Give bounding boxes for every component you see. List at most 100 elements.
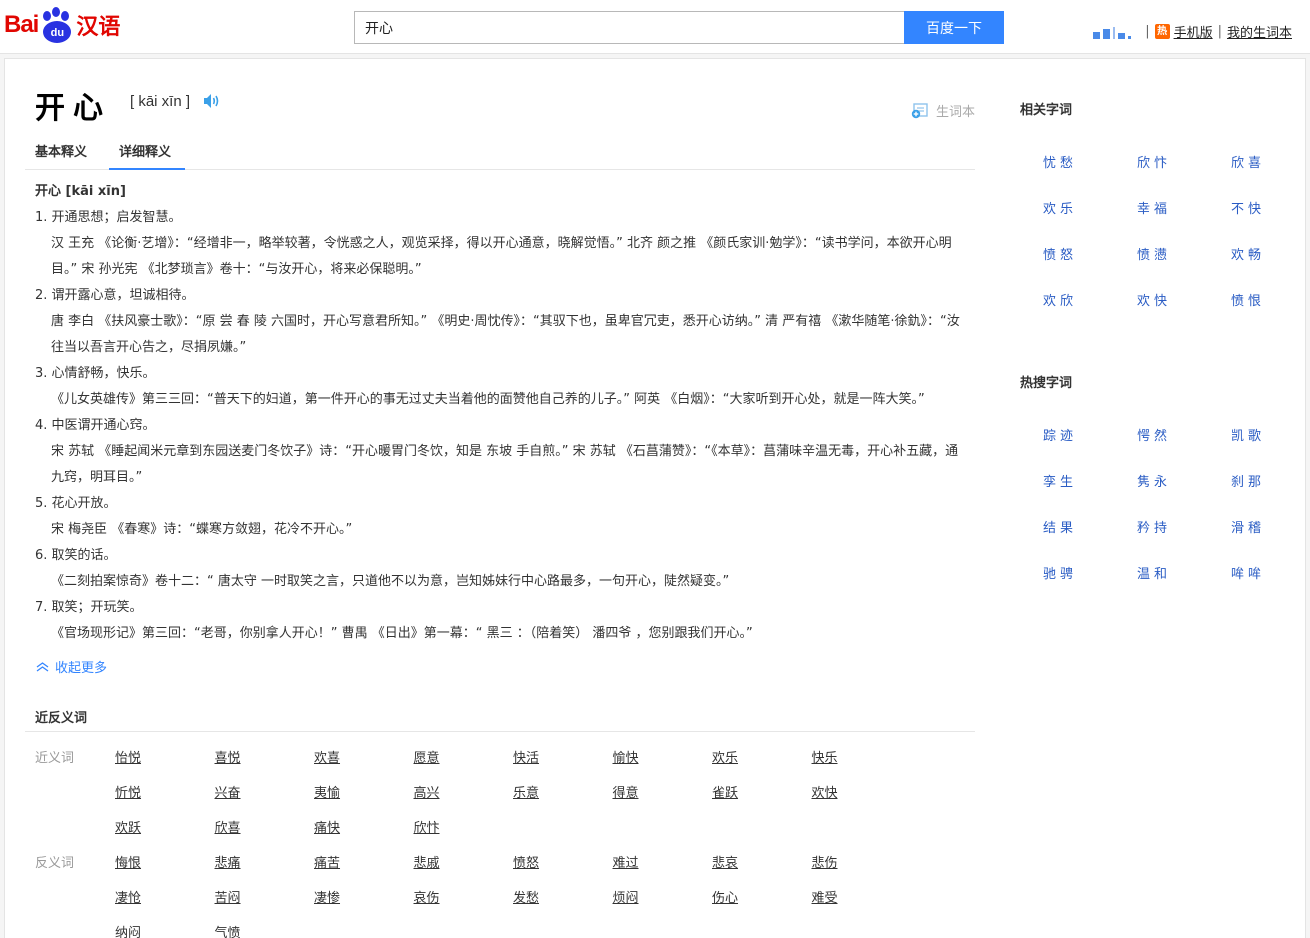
hot-word[interactable]: 孪生 [1043,471,1077,490]
antonym-word[interactable]: 悲痛 [215,852,241,871]
antonym-word[interactable]: 凄怆 [115,887,141,906]
speaker-icon[interactable] [203,93,221,109]
synonym-word[interactable]: 雀跃 [712,782,738,801]
antonym-word[interactable]: 难受 [812,887,838,906]
definition-list: 开心 [kāi xīn] 1. 开通思想；启发智慧。 汉 王充 《论衡·艺增》：… [35,179,965,647]
antonym-word[interactable]: 哀伤 [414,887,440,906]
synonym-word[interactable]: 高兴 [414,782,440,801]
antonym-word[interactable]: 苦闷 [215,887,241,906]
synonym-word[interactable]: 得意 [613,782,639,801]
antonym-word[interactable]: 痛苦 [314,852,340,871]
definition-example: 宋 苏轼 《睡起闻米元章到东园送麦门冬饮子》诗：“开心暖胃门冬饮，知是 东坡 手… [51,444,959,485]
word-pinyin: [ kāi xīn ] [130,93,191,110]
search-button[interactable]: 百度一下 [904,11,1004,44]
related-word[interactable]: 愤恨 [1231,290,1265,309]
hot-word[interactable]: 哞哞 [1231,563,1265,582]
definition-item: 4. 中医谓开通心窍。 宋 苏轼 《睡起闻米元章到东园送麦门冬饮子》诗：“开心暖… [35,413,965,491]
tab-basic-definition[interactable]: 基本释义 [35,143,107,170]
antonym-word[interactable]: 伤心 [712,887,738,906]
hot-word[interactable]: 温和 [1137,563,1171,582]
paw-icon: du [39,7,73,43]
definition-example: 汉 王充 《论衡·艺增》：“经增非一，略举较著，令恍惑之人，观览采择，得以开心通… [51,236,952,277]
related-word[interactable]: 忧愁 [1043,152,1077,171]
separator: | [1217,24,1222,39]
related-word[interactable]: 愤怒 [1043,244,1077,263]
related-word[interactable]: 欢欣 [1043,290,1077,309]
collapse-label: 收起更多 [55,661,108,676]
logo-bai: Bai [4,11,39,38]
synonym-word[interactable]: 欣喜 [215,817,241,836]
top-bar: Bai du 汉语 百度一下 | 热 手机版 | 我的生词本 [0,0,1310,54]
synonym-word[interactable]: 欢喜 [314,747,340,766]
synonym-word[interactable]: 欢快 [812,782,838,801]
hot-word[interactable]: 刹那 [1231,471,1265,490]
chevron-up-icon [36,661,49,672]
definition-item: 7. 取笑；开玩笑。 《官场现形记》第三回：“老哥，你别拿人开心！” 曹禺 《日… [35,595,965,647]
synonym-word[interactable]: 兴奋 [215,782,241,801]
antonym-word[interactable]: 悲哀 [712,852,738,871]
antonym-word[interactable]: 悔恨 [115,852,141,871]
synonym-word[interactable]: 快活 [513,747,539,766]
antonym-word[interactable]: 悲戚 [414,852,440,871]
related-word[interactable]: 欣忭 [1137,152,1171,171]
related-words-title: 相关字词 [1020,103,1073,118]
antonym-word[interactable]: 发愁 [513,887,539,906]
synonym-word[interactable]: 喜悦 [215,747,241,766]
antonym-word[interactable]: 气愤 [215,922,241,938]
synonym-word[interactable]: 怡悦 [115,747,141,766]
my-vocab-link[interactable]: 我的生词本 [1227,22,1292,41]
related-word[interactable]: 欢快 [1137,290,1171,309]
synonym-word[interactable]: 夷愉 [314,782,340,801]
main-card: 开心 [ kāi xīn ] 生词本 基本释义 详细释义 开心 [kāi xīn… [4,58,1306,938]
synonym-word[interactable]: 愿意 [414,747,440,766]
word-title: 开心 [35,91,111,126]
definition-item: 6. 取笑的话。 《二刻拍案惊奇》卷十二：“ 唐太守 一时取笑之言，只道他不以为… [35,543,965,595]
user-status-icon[interactable] [1093,25,1134,39]
synonym-word[interactable]: 忻悦 [115,782,141,801]
add-vocab-icon [911,102,928,118]
hot-word[interactable]: 凯歌 [1231,425,1265,444]
hot-word[interactable]: 滑稽 [1231,517,1265,536]
antonym-word[interactable]: 愤怒 [513,852,539,871]
hot-word[interactable]: 踪迹 [1043,425,1077,444]
related-word[interactable]: 欢畅 [1231,244,1265,263]
synonym-word[interactable]: 快乐 [812,747,838,766]
related-word[interactable]: 愤懑 [1137,244,1171,263]
related-word[interactable]: 欣喜 [1231,152,1265,171]
definition-example: 宋 梅尧臣 《春寒》诗：“蝶寒方敛翅，花冷不开心。” [51,522,353,537]
definition-tabs: 基本释义 详细释义 [25,143,975,170]
antonym-word[interactable]: 烦闷 [613,887,639,906]
synonym-word[interactable]: 欢乐 [712,747,738,766]
definition-item: 2. 谓开露心意，坦诚相待。 唐 李白 《扶风豪士歌》：“原 尝 春 陵 六国时… [35,283,965,361]
definition-heading: 开心 [kāi xīn] [35,184,126,199]
antonym-word[interactable]: 难过 [613,852,639,871]
hot-word[interactable]: 隽永 [1137,471,1171,490]
hot-words-title: 热搜字词 [1020,376,1073,391]
separator: | [1145,24,1150,39]
antonym-word[interactable]: 纳闷 [115,922,141,938]
definition-item: 5. 花心开放。 宋 梅尧臣 《春寒》诗：“蝶寒方敛翅，花冷不开心。” [35,491,965,543]
search-input[interactable] [354,11,905,44]
vocab-button-label: 生词本 [935,105,975,120]
hot-icon: 热 [1154,24,1170,39]
related-word[interactable]: 欢乐 [1043,198,1077,217]
hot-word[interactable]: 驰骋 [1043,563,1077,582]
synonym-word[interactable]: 欢跃 [115,817,141,836]
hot-word[interactable]: 矜持 [1137,517,1171,536]
collapse-more-button[interactable]: 收起更多 [35,657,107,676]
related-word[interactable]: 幸福 [1137,198,1171,217]
antonym-word[interactable]: 凄惨 [314,887,340,906]
baidu-hanyu-logo[interactable]: Bai du 汉语 [4,5,120,45]
synonym-word[interactable]: 乐意 [513,782,539,801]
antonym-word[interactable]: 悲伤 [812,852,838,871]
hot-word[interactable]: 愕然 [1137,425,1171,444]
synonym-word[interactable]: 愉快 [613,747,639,766]
related-word[interactable]: 不快 [1231,198,1265,217]
synonym-word[interactable]: 欣忭 [414,817,440,836]
add-to-vocab-button[interactable]: 生词本 [911,101,975,120]
mobile-version-link[interactable]: 手机版 [1174,22,1213,41]
synonym-word[interactable]: 痛快 [314,817,340,836]
logo-du: du [43,21,72,43]
tab-detailed-definition[interactable]: 详细释义 [109,143,185,170]
hot-word[interactable]: 结果 [1043,517,1077,536]
